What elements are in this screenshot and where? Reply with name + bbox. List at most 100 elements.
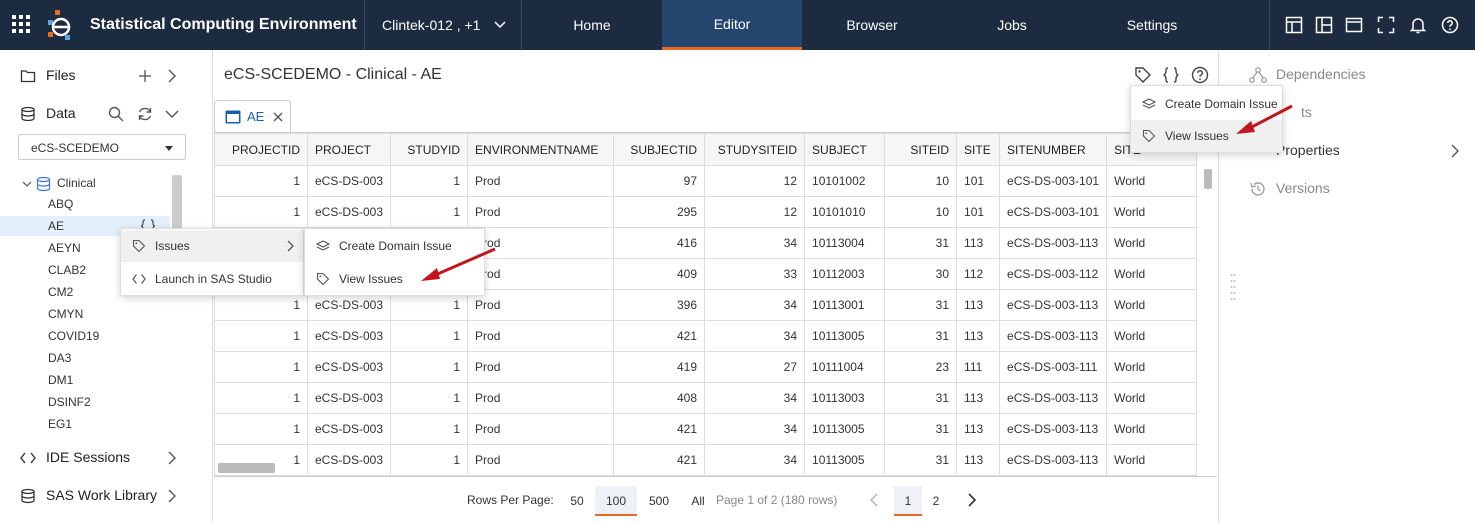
page-size-option-selected[interactable]: 100 [595, 486, 637, 516]
table-cell[interactable]: 34 [704, 444, 806, 476]
table-cell[interactable]: 1 [214, 165, 308, 197]
table-cell[interactable]: 31 [884, 289, 958, 321]
column-header[interactable]: STUDYSITEID [704, 133, 806, 166]
nav-jobs[interactable]: Jobs [942, 0, 1082, 50]
sidebar-item-data[interactable]: Data [0, 102, 213, 126]
table-cell[interactable]: eCS-DS-003-111 [999, 351, 1108, 383]
page-size-option[interactable]: 50 [564, 486, 590, 516]
table-cell[interactable]: 33 [704, 258, 806, 290]
table-cell[interactable]: World [1106, 413, 1198, 445]
table-cell[interactable]: 1 [390, 444, 469, 476]
chevron-right-icon[interactable] [964, 492, 980, 508]
table-cell[interactable]: 30 [884, 258, 958, 290]
tree-item-abq[interactable]: ABQ [0, 194, 170, 214]
page-button[interactable]: 2 [926, 486, 946, 516]
table-cell[interactable]: 1 [390, 382, 469, 414]
tree-item-eg1[interactable]: EG1 [0, 414, 170, 434]
table-row[interactable]: 1 eCS-DS-003 1 Prod 421 34 10113005 31 113 eCS-DS… [214, 320, 1198, 352]
tree-item-covid19[interactable]: COVID19 [0, 326, 170, 346]
table-cell[interactable]: 10113005 [804, 413, 886, 445]
table-cell[interactable]: 1 [214, 413, 308, 445]
table-cell[interactable]: 1 [214, 351, 308, 383]
table-cell[interactable]: 1 [390, 196, 469, 228]
table-cell[interactable]: Prod [467, 289, 615, 321]
table-cell[interactable]: 421 [613, 413, 706, 445]
table-cell[interactable]: 416 [613, 227, 706, 259]
table-cell[interactable]: 101 [956, 196, 1001, 228]
tag-icon[interactable] [1134, 66, 1152, 84]
nav-home[interactable]: Home [522, 0, 662, 50]
table-cell[interactable]: eCS-DS-003-113 [999, 382, 1108, 414]
table-cell[interactable]: 10111004 [804, 351, 886, 383]
table-cell[interactable]: 10113005 [804, 444, 886, 476]
table-cell[interactable]: 10112003 [804, 258, 886, 290]
table-cell[interactable]: 421 [613, 444, 706, 476]
table-cell[interactable]: 31 [884, 227, 958, 259]
table-cell[interactable]: 31 [884, 413, 958, 445]
tree-item-dsinf2[interactable]: DSINF2 [0, 392, 170, 412]
table-cell[interactable]: 113 [956, 227, 1001, 259]
table-cell[interactable]: 111 [956, 351, 1001, 383]
table-cell[interactable]: 10113004 [804, 227, 886, 259]
table-cell[interactable]: World [1106, 351, 1198, 383]
table-cell[interactable]: 396 [613, 289, 706, 321]
table-cell[interactable]: eCS-DS-003-113 [999, 320, 1108, 352]
table-cell[interactable]: eCS-DS-003-113 [999, 444, 1108, 476]
table-cell[interactable]: 112 [956, 258, 1001, 290]
table-cell[interactable]: World [1106, 289, 1198, 321]
table-cell[interactable]: eCS-DS-003-101 [999, 196, 1108, 228]
close-icon[interactable] [271, 110, 285, 124]
table-row[interactable]: 1 eCS-DS-003 1 Prod 421 34 10113005 31 113 eCS-DS… [214, 444, 1198, 476]
table-cell[interactable]: 10113003 [804, 382, 886, 414]
table-cell[interactable]: 113 [956, 382, 1001, 414]
table-row[interactable]: 1 eCS-DS-003 1 Prod 97 12 10101002 10 101 eCS-DS-… [214, 165, 1198, 197]
scrollbar-thumb[interactable] [1204, 169, 1212, 189]
table-cell[interactable]: 113 [956, 289, 1001, 321]
dataset-select[interactable]: eCS-SCEDEMO [18, 134, 186, 160]
table-cell[interactable]: Prod [467, 351, 615, 383]
table-cell[interactable]: 10113005 [804, 320, 886, 352]
table-cell[interactable]: World [1106, 258, 1198, 290]
table-cell[interactable]: eCS-DS-003 [306, 444, 392, 476]
refresh-icon[interactable] [137, 106, 153, 122]
table-cell[interactable]: 31 [884, 320, 958, 352]
table-cell[interactable]: 409 [613, 258, 706, 290]
table-cell[interactable]: 1 [390, 165, 469, 197]
table-cell[interactable]: eCS-DS-003-112 [999, 258, 1108, 290]
table-cell[interactable]: Prod [467, 413, 615, 445]
window-icon[interactable] [1345, 16, 1363, 34]
app-grid-icon[interactable] [12, 15, 30, 33]
chevron-right-icon[interactable] [1449, 144, 1461, 158]
table-cell[interactable]: 34 [704, 320, 806, 352]
chevron-right-icon[interactable] [164, 488, 180, 504]
table-cell[interactable]: World [1106, 227, 1198, 259]
page-size-option[interactable]: 500 [644, 486, 674, 516]
sidebar-item-ide-sessions[interactable]: IDE Sessions [0, 446, 213, 470]
vertical-scrollbar[interactable] [1202, 163, 1214, 463]
fullscreen-icon[interactable] [1377, 16, 1395, 34]
sidebar-item-files[interactable]: Files [0, 64, 213, 88]
table-cell[interactable]: 113 [956, 413, 1001, 445]
help-icon[interactable] [1191, 66, 1209, 84]
sidebar-item-sas-work-library[interactable]: SAS Work Library [0, 484, 213, 508]
table-row[interactable]: 1 eCS-DS-003 1 Prod 408 34 10113003 31 113 eCS-DS… [214, 382, 1198, 414]
table-cell[interactable]: 1 [214, 382, 308, 414]
table-cell[interactable]: 1 [390, 413, 469, 445]
table-cell[interactable]: Prod [467, 165, 615, 197]
layout-split-icon[interactable] [1315, 16, 1333, 34]
table-cell[interactable]: World [1106, 382, 1198, 414]
layout-panel-icon[interactable] [1285, 16, 1303, 34]
table-cell[interactable]: 295 [613, 196, 706, 228]
table-cell[interactable]: 408 [613, 382, 706, 414]
table-cell[interactable]: 10 [884, 196, 958, 228]
table-cell[interactable]: 10 [884, 165, 958, 197]
table-cell[interactable]: 113 [956, 444, 1001, 476]
project-selector-label[interactable]: Clintek-012 , +1 [382, 17, 480, 33]
table-cell[interactable]: Prod [467, 196, 615, 228]
table-cell[interactable]: 419 [613, 351, 706, 383]
table-row[interactable]: 1 eCS-DS-003 1 Prod 421 34 10113005 31 113 eCS-DS… [214, 413, 1198, 445]
table-cell[interactable]: World [1106, 444, 1198, 476]
table-cell[interactable]: 421 [613, 320, 706, 352]
resize-grip-icon[interactable] [1230, 272, 1236, 302]
page-size-option[interactable]: All [686, 486, 710, 516]
